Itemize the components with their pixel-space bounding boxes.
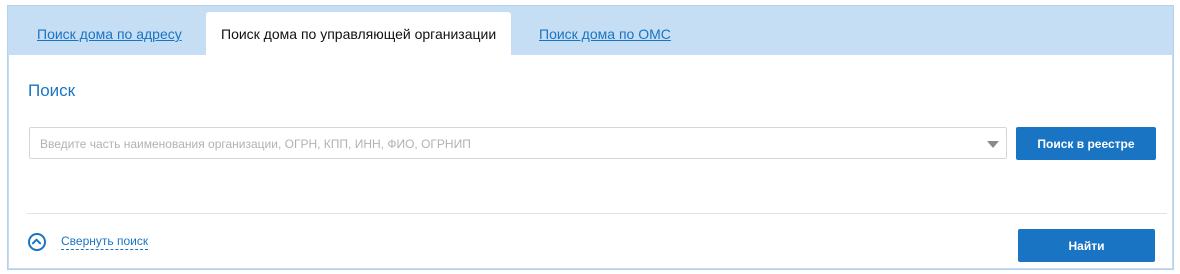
organization-search-select[interactable]: Введите часть наименования организации, … [29,127,1007,159]
search-placeholder: Введите часть наименования организации, … [40,137,471,151]
search-in-registry-button[interactable]: Поиск в реестре [1016,127,1156,160]
collapse-search-link[interactable]: Свернуть поиск [61,234,149,250]
find-button[interactable]: Найти [1018,229,1155,262]
tab-search-by-address[interactable]: Поиск дома по адресу [37,12,182,56]
chevron-down-icon[interactable] [987,141,999,148]
chevron-up-circle-icon[interactable] [28,233,46,251]
tab-search-by-management-org[interactable]: Поиск дома по управляющей организации [206,12,512,56]
tab-search-by-oms[interactable]: Поиск дома по ОМС [539,12,671,56]
divider [27,213,1167,214]
search-widget: Поиск дома по адресу Поиск дома по управ… [7,5,1174,270]
panel-title: Поиск [28,81,76,100]
tab-bar: Поиск дома по адресу Поиск дома по управ… [8,6,1173,57]
search-panel: Поиск Введите часть наименования организ… [9,55,1172,268]
